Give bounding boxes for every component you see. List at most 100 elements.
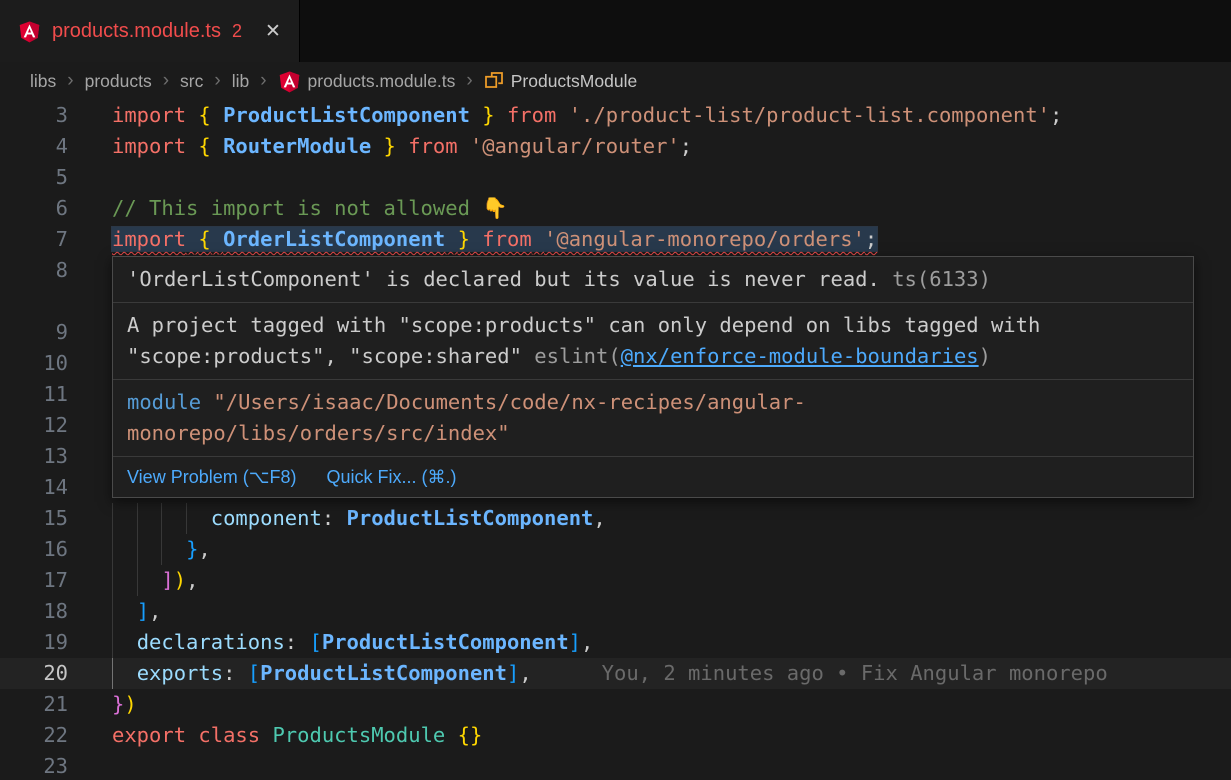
line-number[interactable]: 8 — [0, 255, 112, 317]
popup-text: "scope:products", "scope:shared" — [127, 344, 534, 368]
view-problem-action[interactable]: View Problem (⌥F8) — [127, 462, 296, 493]
breadcrumb-label: libs — [30, 71, 56, 92]
line-content — [112, 162, 1231, 193]
line-content: }, — [112, 534, 1231, 565]
code-line-15[interactable]: 15 component: ProductListComponent, — [0, 503, 1231, 534]
quick-fix-action[interactable]: Quick Fix... (⌘.) — [326, 462, 456, 493]
popup-text: module — [127, 390, 213, 414]
breadcrumb-separator: › — [260, 70, 266, 92]
breadcrumb-label: ProductsModule — [511, 71, 637, 92]
code-text: export class ProductsModule {} — [112, 723, 482, 747]
line-number[interactable]: 6 — [0, 193, 112, 224]
line-content: ]), — [112, 565, 1231, 596]
code-text: }, — [112, 537, 211, 561]
breadcrumb-item-products[interactable]: products — [85, 71, 152, 92]
popup-text: "/Users/isaac/Documents/code/nx-recipes/… — [213, 390, 805, 414]
breadcrumb-separator: › — [163, 70, 169, 92]
popup-text: monorepo/libs/orders/src/index" — [127, 421, 510, 445]
line-number[interactable]: 23 — [0, 751, 112, 780]
close-icon[interactable]: ✕ — [265, 20, 281, 43]
popup-text: A project tagged with "scope:products" c… — [127, 313, 1040, 337]
git-blame-annotation: You, 2 minutes ago • Fix Angular monorep… — [602, 661, 1108, 685]
line-number[interactable]: 18 — [0, 596, 112, 627]
line-content: import { RouterModule } from '@angular/r… — [112, 131, 1231, 162]
code-text: declarations: [ProductListComponent], — [112, 630, 593, 654]
code-text: }) — [112, 692, 137, 716]
line-content: }) — [112, 689, 1231, 720]
breadcrumb-item-src[interactable]: src — [180, 71, 203, 92]
line-number[interactable]: 19 — [0, 627, 112, 658]
popup-text: 'OrderListComponent' is declared but its… — [127, 267, 892, 291]
line-number[interactable]: 17 — [0, 565, 112, 596]
line-number[interactable]: 10 — [0, 348, 112, 379]
breadcrumb: libs›products›src›lib› products.module.t… — [0, 62, 1231, 100]
code-line-3[interactable]: 3import { ProductListComponent } from '.… — [0, 100, 1231, 131]
popup-section-0: 'OrderListComponent' is declared but its… — [113, 257, 1193, 303]
popup-text: eslint( — [534, 344, 620, 368]
breadcrumb-item-libs[interactable]: libs — [30, 71, 56, 92]
breadcrumb-label: products — [85, 71, 152, 92]
code-line-7[interactable]: 7import { OrderListComponent } from '@an… — [0, 224, 1231, 255]
code-text: ]), — [112, 568, 198, 592]
tab-label: products.module.ts — [52, 20, 221, 43]
line-number[interactable]: 5 — [0, 162, 112, 193]
line-number[interactable]: 15 — [0, 503, 112, 534]
line-number[interactable]: 4 — [0, 131, 112, 162]
line-content: exports: [ProductListComponent],You, 2 m… — [112, 658, 1231, 689]
line-number[interactable]: 3 — [0, 100, 112, 131]
line-content: // This import is not allowed 👇 — [112, 193, 1231, 224]
line-number[interactable]: 9 — [0, 317, 112, 348]
tab-products-module[interactable]: products.module.ts 2 ✕ — [0, 0, 300, 62]
tab-bar: products.module.ts 2 ✕ — [0, 0, 1231, 62]
code-line-23[interactable]: 23 — [0, 751, 1231, 780]
popup-message-line: "scope:products", "scope:shared" eslint(… — [127, 341, 1179, 372]
popup-actions: View Problem (⌥F8) Quick Fix... (⌘.) — [113, 457, 1193, 497]
editor: 3import { ProductListComponent } from '.… — [0, 100, 1231, 780]
code-line-5[interactable]: 5 — [0, 162, 1231, 193]
line-content: ], — [112, 596, 1231, 627]
breadcrumb-item-lib[interactable]: lib — [232, 71, 250, 92]
line-number[interactable]: 12 — [0, 410, 112, 441]
line-number[interactable]: 13 — [0, 441, 112, 472]
code-line-20[interactable]: 20 exports: [ProductListComponent],You, … — [0, 658, 1231, 689]
popup-message-line: 'OrderListComponent' is declared but its… — [127, 264, 1179, 295]
class-symbol-icon — [484, 71, 504, 91]
line-number[interactable]: 11 — [0, 379, 112, 410]
breadcrumb-label: products.module.ts — [308, 71, 456, 92]
line-number[interactable]: 22 — [0, 720, 112, 751]
eslint-rule-link[interactable]: @nx/enforce-module-boundaries — [621, 344, 979, 368]
code-text: import { RouterModule } from '@angular/r… — [112, 134, 692, 158]
code-line-22[interactable]: 22export class ProductsModule {} — [0, 720, 1231, 751]
breadcrumb-separator: › — [214, 70, 220, 92]
code-line-4[interactable]: 4import { RouterModule } from '@angular/… — [0, 131, 1231, 162]
code-line-16[interactable]: 16 }, — [0, 534, 1231, 565]
code-line-17[interactable]: 17 ]), — [0, 565, 1231, 596]
popup-message-line: A project tagged with "scope:products" c… — [127, 310, 1179, 341]
breadcrumb-label: src — [180, 71, 203, 92]
breadcrumb-item-products-module-ts[interactable]: products.module.ts — [278, 70, 456, 93]
code-line-19[interactable]: 19 declarations: [ProductListComponent], — [0, 627, 1231, 658]
code-line-6[interactable]: 6// This import is not allowed 👇 — [0, 193, 1231, 224]
line-number[interactable]: 7 — [0, 224, 112, 255]
line-content: import { ProductListComponent } from './… — [112, 100, 1231, 131]
breadcrumb-label: lib — [232, 71, 250, 92]
line-number[interactable]: 21 — [0, 689, 112, 720]
line-content: export class ProductsModule {} — [112, 720, 1231, 751]
popup-section-1: A project tagged with "scope:products" c… — [113, 303, 1193, 380]
line-number[interactable]: 14 — [0, 472, 112, 503]
popup-message-line: module "/Users/isaac/Documents/code/nx-r… — [127, 387, 1179, 418]
breadcrumb-item-productsmodule[interactable]: ProductsModule — [484, 71, 637, 92]
line-number[interactable]: 20 — [0, 658, 112, 689]
code-line-18[interactable]: 18 ], — [0, 596, 1231, 627]
line-content — [112, 751, 1231, 780]
code-text: ], — [112, 599, 161, 623]
code-text: import { ProductListComponent } from './… — [112, 103, 1062, 127]
code-line-21[interactable]: 21}) — [0, 689, 1231, 720]
hover-popup: 'OrderListComponent' is declared but its… — [112, 256, 1194, 498]
line-content: component: ProductListComponent, — [112, 503, 1231, 534]
tab-problems-badge: 2 — [232, 21, 242, 42]
line-number[interactable]: 16 — [0, 534, 112, 565]
popup-section-2: module "/Users/isaac/Documents/code/nx-r… — [113, 380, 1193, 457]
code-text: // This import is not allowed 👇 — [112, 196, 508, 220]
line-content: import { OrderListComponent } from '@ang… — [112, 224, 1231, 255]
